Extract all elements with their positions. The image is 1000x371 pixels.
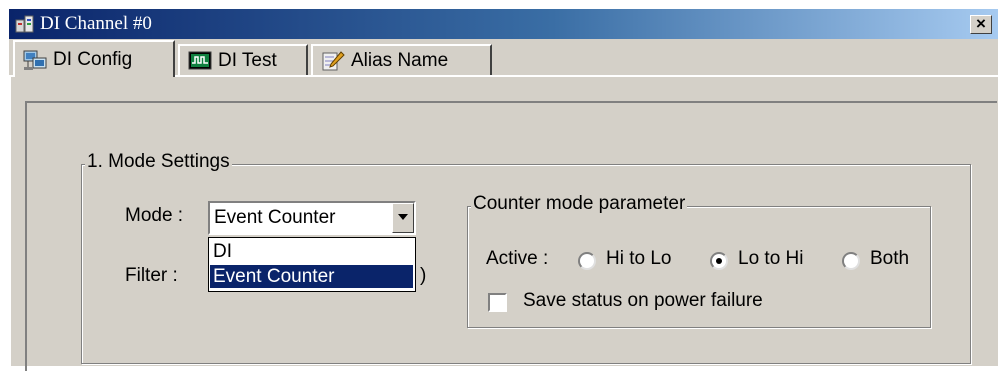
radio-hi-to-lo[interactable]	[578, 252, 596, 270]
dropdown-option-event-counter[interactable]: Event Counter	[210, 265, 413, 288]
active-label: Active :	[486, 248, 549, 269]
mode-settings-title: 1. Mode Settings	[85, 151, 232, 173]
mode-dropdown-button[interactable]	[392, 203, 414, 233]
tab-alias-name[interactable]: Alias Name	[311, 44, 492, 75]
tab-di-config[interactable]: DI Config	[13, 40, 175, 77]
tab-label: DI Config	[53, 48, 133, 70]
dialog-window: DI Channel #0 × DI Config DI Test Alias …	[8, 8, 998, 371]
radio-both-label[interactable]: Both	[870, 248, 909, 270]
mode-combobox[interactable]: Event Counter	[208, 201, 416, 235]
close-icon: ×	[976, 14, 986, 33]
radio-both[interactable]	[842, 252, 860, 270]
filter-suffix: )	[420, 265, 427, 286]
tab-panel-di-config: 1. Mode Settings Mode : Event Counter Fi…	[9, 75, 998, 371]
radio-hi-to-lo-label[interactable]: Hi to Lo	[606, 248, 671, 270]
filter-label: Filter :	[125, 265, 178, 286]
tab-label: DI Test	[218, 49, 277, 71]
tab-di-test[interactable]: DI Test	[178, 44, 308, 75]
waveform-monitor-icon	[188, 51, 212, 69]
network-config-icon	[23, 50, 47, 70]
close-button[interactable]: ×	[970, 15, 992, 34]
tab-label: Alias Name	[351, 49, 449, 71]
title-bar[interactable]: DI Channel #0 ×	[9, 9, 998, 39]
save-status-label[interactable]: Save status on power failure	[523, 290, 763, 312]
mode-value: Event Counter	[214, 207, 336, 228]
radio-lo-to-hi-label[interactable]: Lo to Hi	[738, 248, 803, 270]
mode-dropdown-list: DI Event Counter	[208, 237, 416, 292]
pencil-notepad-icon	[322, 50, 345, 70]
save-status-checkbox[interactable]	[488, 293, 507, 312]
dropdown-option-di[interactable]: DI	[210, 240, 413, 263]
counter-params-title: Counter mode parameter	[471, 193, 688, 215]
window-title: DI Channel #0	[40, 13, 152, 34]
app-icon	[15, 15, 34, 33]
config-panel: 1. Mode Settings Mode : Event Counter Fi…	[25, 101, 997, 371]
chevron-down-icon	[398, 214, 408, 220]
mode-label: Mode :	[125, 205, 184, 226]
radio-lo-to-hi[interactable]	[710, 252, 728, 270]
